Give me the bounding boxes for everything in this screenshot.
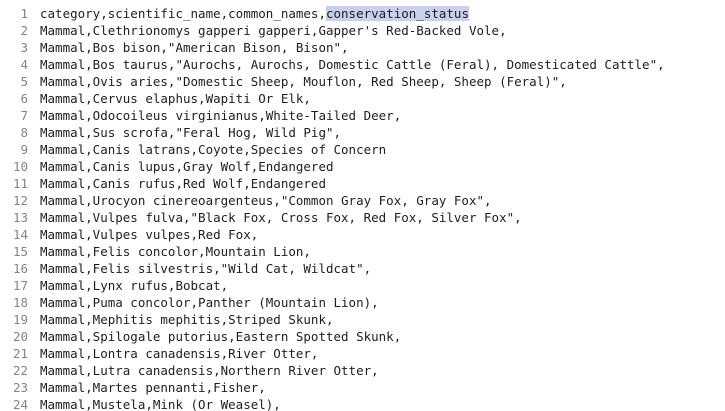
line-text[interactable]: Mammal,Urocyon cinereoargenteus,"Common … [40, 192, 492, 209]
code-line[interactable]: 17 Mammal,Lynx rufus,Bobcat, [0, 277, 725, 294]
line-text[interactable]: Mammal,Cervus elaphus,Wapiti Or Elk, [40, 90, 311, 107]
line-text[interactable]: Mammal,Ovis aries,"Domestic Sheep, Moufl… [40, 73, 567, 90]
line-number: 10 [12, 159, 28, 174]
line-number: 24 [12, 397, 28, 411]
code-line[interactable]: 9 Mammal,Canis latrans,Coyote,Species of … [0, 141, 725, 158]
line-text[interactable]: Mammal,Mustela,Mink (Or Weasel), [40, 396, 281, 411]
selected-text[interactable]: conservation_status [325, 6, 469, 21]
line-number: 19 [12, 312, 28, 327]
code-line[interactable]: 14 Mammal,Vulpes vulpes,Red Fox, [0, 226, 725, 243]
line-text[interactable]: Mammal,Bos taurus,"Aurochs, Aurochs, Dom… [40, 56, 665, 73]
text-editor[interactable]: 1 category,scientific_name,common_names,… [0, 0, 725, 411]
line-text[interactable]: Mammal,Canis latrans,Coyote,Species of C… [40, 141, 386, 158]
code-line[interactable]: 11 Mammal,Canis rufus,Red Wolf,Endangered [0, 175, 725, 192]
line-number: 11 [12, 176, 28, 191]
line-number: 5 [20, 74, 28, 89]
code-line[interactable]: 3 Mammal,Bos bison,"American Bison, Bison… [0, 39, 725, 56]
code-line[interactable]: 15 Mammal,Felis concolor,Mountain Lion, [0, 243, 725, 260]
line-text[interactable]: Mammal,Vulpes vulpes,Red Fox, [40, 226, 258, 243]
line-number: 22 [12, 363, 28, 378]
code-line[interactable]: 23 Mammal,Martes pennanti,Fisher, [0, 379, 725, 396]
line-number: 4 [20, 57, 28, 72]
line-text[interactable]: Mammal,Bos bison,"American Bison, Bison"… [40, 39, 349, 56]
line-text[interactable]: Mammal,Lontra canadensis,River Otter, [40, 345, 318, 362]
line-number: 21 [12, 346, 28, 361]
code-line[interactable]: 10 Mammal,Canis lupus,Gray Wolf,Endangere… [0, 158, 725, 175]
line-number: 2 [20, 23, 28, 38]
line-number: 16 [12, 261, 28, 276]
line-number: 3 [20, 40, 28, 55]
line-text[interactable]: Mammal,Sus scrofa,"Feral Hog, Wild Pig", [40, 124, 341, 141]
line-number: 7 [20, 108, 28, 123]
line-number: 1 [20, 6, 28, 21]
code-line[interactable]: 24 Mammal,Mustela,Mink (Or Weasel), [0, 396, 725, 411]
code-line[interactable]: 5 Mammal,Ovis aries,"Domestic Sheep, Mouf… [0, 73, 725, 90]
line-text[interactable]: Mammal,Clethrionomys gapperi gapperi,Gap… [40, 22, 507, 39]
line-text[interactable]: Mammal,Canis rufus,Red Wolf,Endangered [40, 175, 326, 192]
header-text: category,scientific_name,common_names, [40, 6, 326, 21]
line-text[interactable]: Mammal,Odocoileus virginianus,White-Tail… [40, 107, 401, 124]
line-text[interactable]: Mammal,Vulpes fulva,"Black Fox, Cross Fo… [40, 209, 522, 226]
line-number: 17 [12, 278, 28, 293]
line-text[interactable]: Mammal,Lutra canadensis,Northern River O… [40, 362, 379, 379]
code-line[interactable]: 21 Mammal,Lontra canadensis,River Otter, [0, 345, 725, 362]
line-text[interactable]: Mammal,Mephitis mephitis,Striped Skunk, [40, 311, 334, 328]
code-line[interactable]: 12 Mammal,Urocyon cinereoargenteus,"Commo… [0, 192, 725, 209]
line-number: 6 [20, 91, 28, 106]
code-line[interactable]: 18 Mammal,Puma concolor,Panther (Mountain… [0, 294, 725, 311]
code-line[interactable]: 6 Mammal,Cervus elaphus,Wapiti Or Elk, [0, 90, 725, 107]
line-number: 9 [20, 142, 28, 157]
code-line[interactable]: 13 Mammal,Vulpes fulva,"Black Fox, Cross … [0, 209, 725, 226]
line-number: 15 [12, 244, 28, 259]
line-text[interactable]: Mammal,Felis silvestris,"Wild Cat, Wildc… [40, 260, 371, 277]
code-line[interactable]: 4 Mammal,Bos taurus,"Aurochs, Aurochs, Do… [0, 56, 725, 73]
line-text[interactable]: Mammal,Lynx rufus,Bobcat, [40, 277, 228, 294]
line-text[interactable]: Mammal,Felis concolor,Mountain Lion, [40, 243, 311, 260]
line-number: 13 [12, 210, 28, 225]
code-line[interactable]: 16 Mammal,Felis silvestris,"Wild Cat, Wil… [0, 260, 725, 277]
code-line[interactable]: 22 Mammal,Lutra canadensis,Northern River… [0, 362, 725, 379]
line-number: 8 [20, 125, 28, 140]
line-number: 12 [12, 193, 28, 208]
code-line[interactable]: 20 Mammal,Spilogale putorius,Eastern Spot… [0, 328, 725, 345]
code-line[interactable]: 1 category,scientific_name,common_names,… [0, 5, 725, 22]
line-text[interactable]: Mammal,Canis lupus,Gray Wolf,Endangered [40, 158, 334, 175]
code-line[interactable]: 8 Mammal,Sus scrofa,"Feral Hog, Wild Pig"… [0, 124, 725, 141]
code-line[interactable]: 19 Mammal,Mephitis mephitis,Striped Skunk… [0, 311, 725, 328]
code-line[interactable]: 7 Mammal,Odocoileus virginianus,White-Tai… [0, 107, 725, 124]
line-text[interactable]: category,scientific_name,common_names,co… [40, 5, 469, 22]
line-text[interactable]: Mammal,Spilogale putorius,Eastern Spotte… [40, 328, 401, 345]
line-number: 14 [12, 227, 28, 242]
line-text[interactable]: Mammal,Martes pennanti,Fisher, [40, 379, 266, 396]
line-number: 18 [12, 295, 28, 310]
line-number: 23 [12, 380, 28, 395]
line-number: 20 [12, 329, 28, 344]
code-line[interactable]: 2 Mammal,Clethrionomys gapperi gapperi,Ga… [0, 22, 725, 39]
line-text[interactable]: Mammal,Puma concolor,Panther (Mountain L… [40, 294, 379, 311]
